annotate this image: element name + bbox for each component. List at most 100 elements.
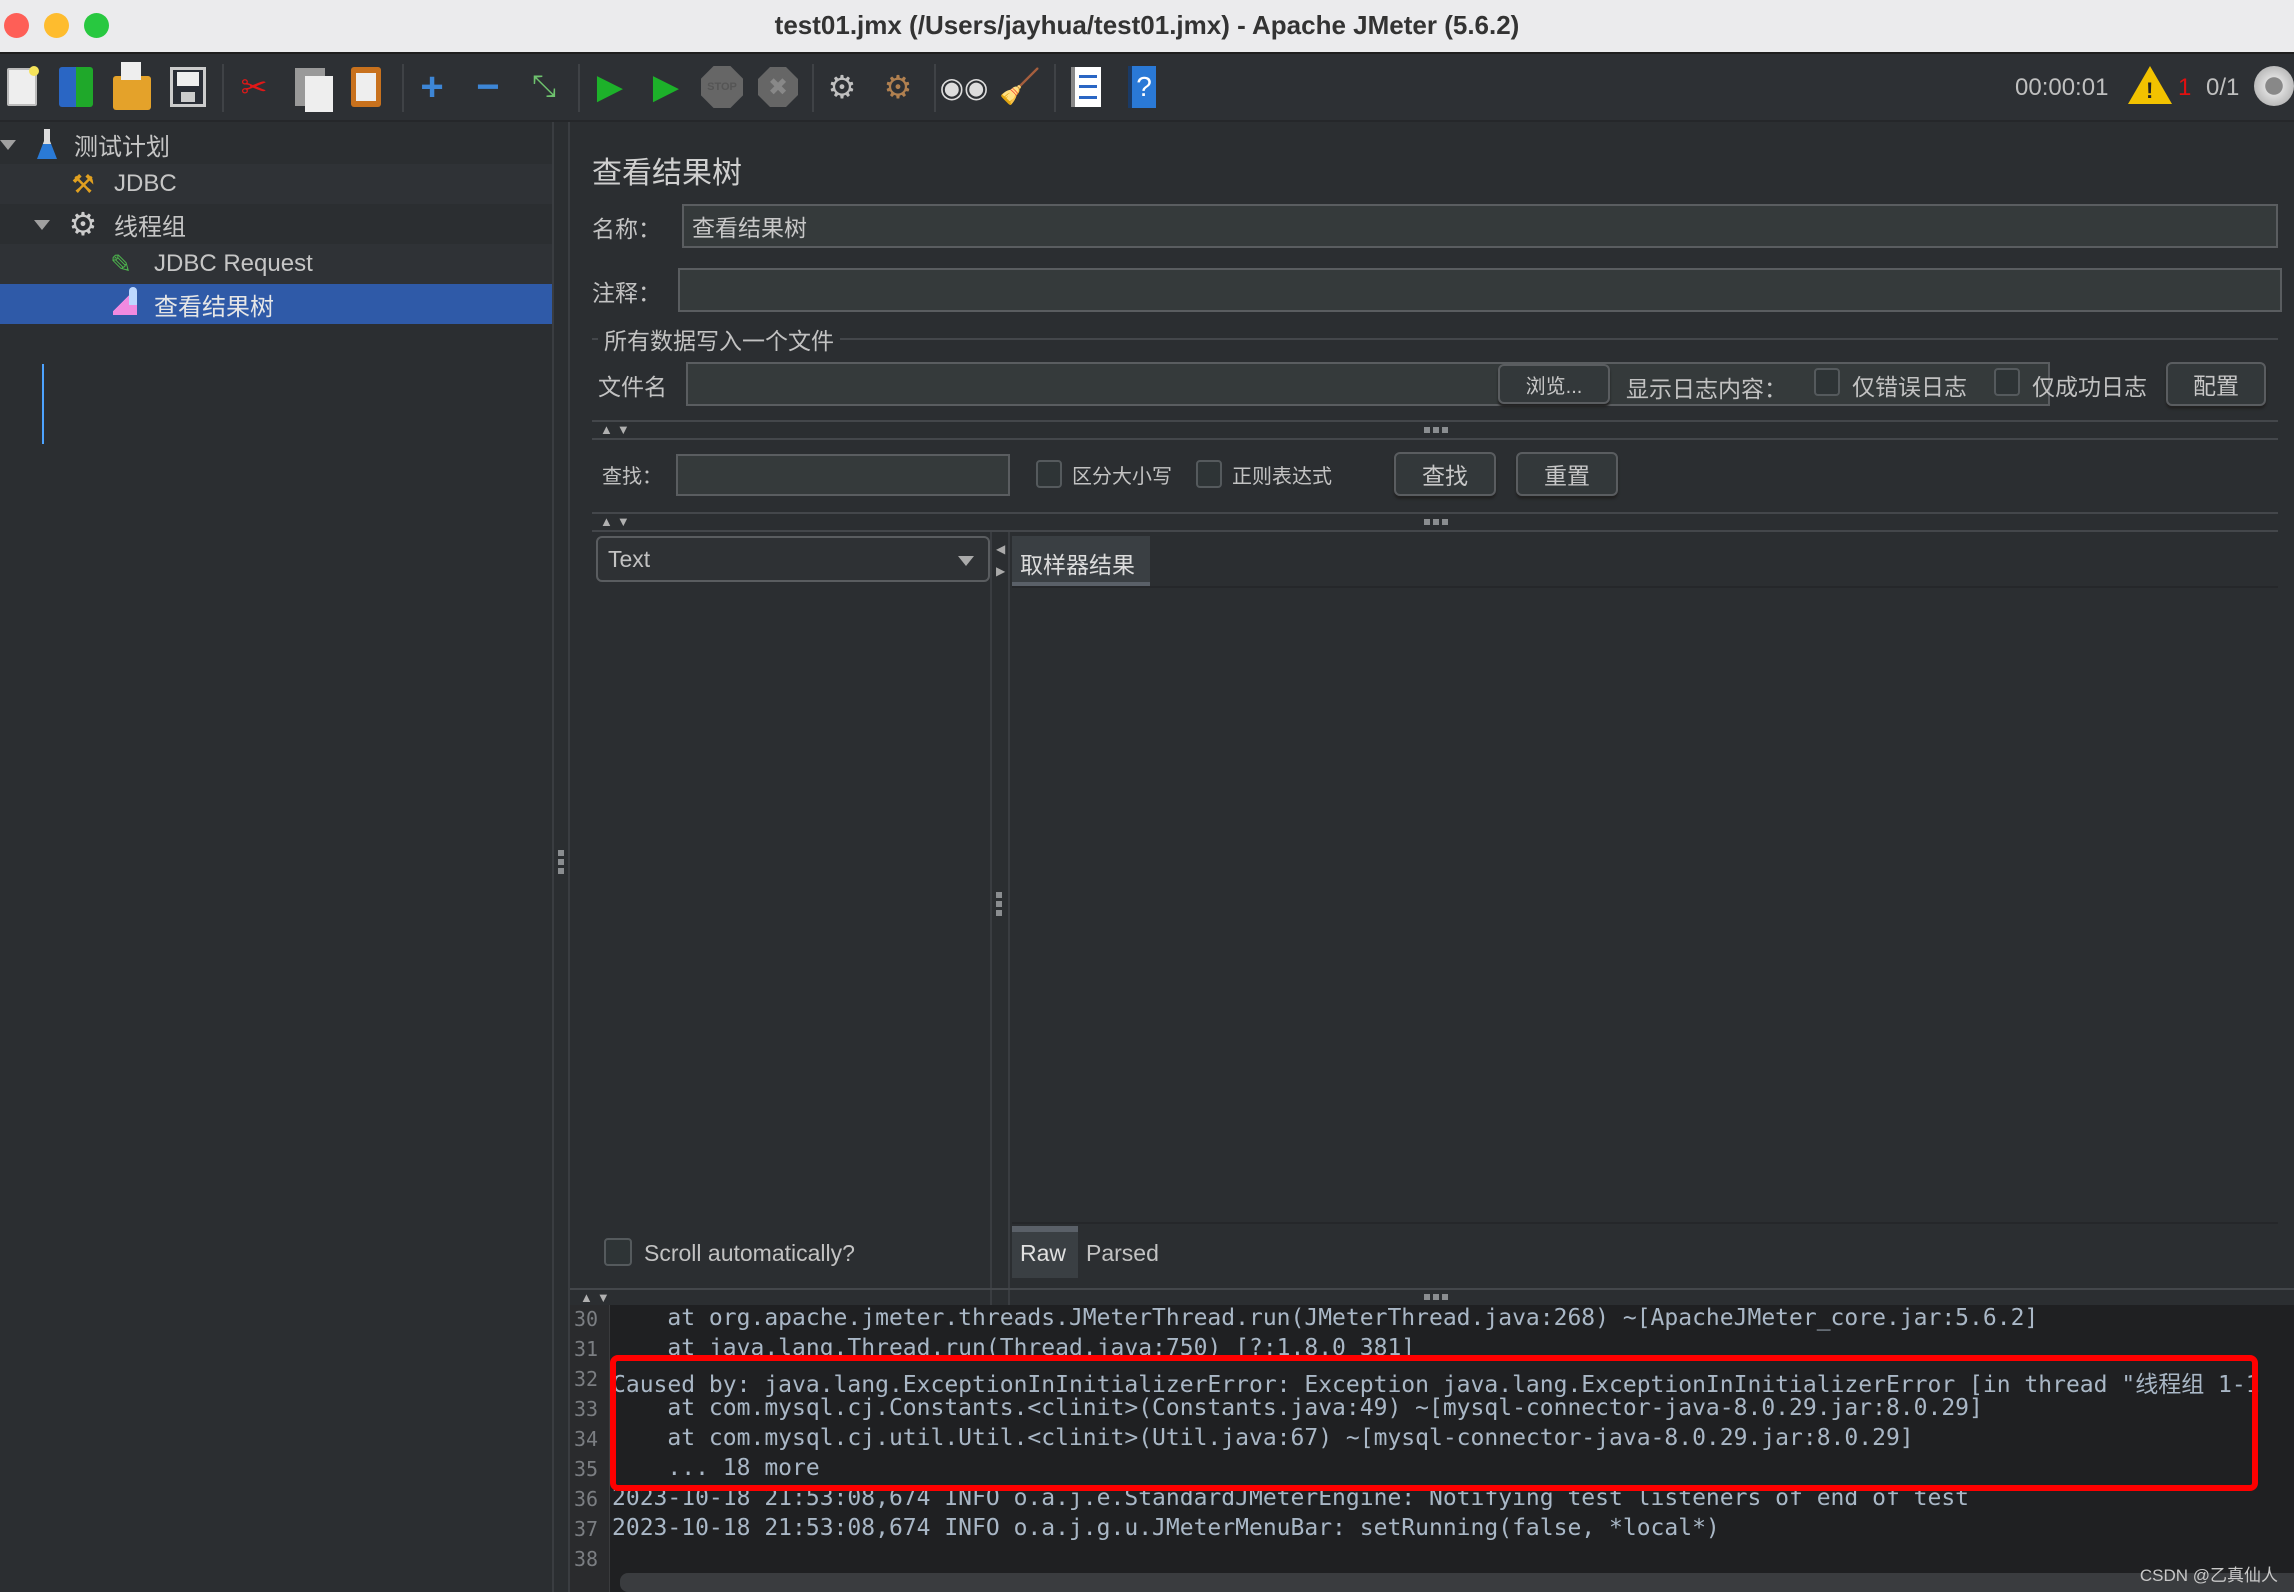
splitter-arrows-icon[interactable]: ▲▼ [600,422,634,437]
window-title-bar: test01.jmx (/Users/jayhua/test01.jmx) - … [0,0,2294,54]
search-label: 查找： [602,466,662,488]
clear-all-icon[interactable]: ⚙ [876,64,920,110]
expand-arrow-icon[interactable] [0,140,16,150]
tree-item-label: JDBC Request [154,250,313,277]
case-sensitive-checkbox[interactable] [1036,460,1062,488]
line-number: 32 [574,1367,599,1391]
expand-icon[interactable]: + [410,64,454,110]
success-only-label: 仅成功日志 [2032,374,2147,400]
stop-icon[interactable]: STOP [700,64,744,110]
configure-button[interactable]: 配置 [2166,362,2266,406]
clear-icon[interactable]: ⚙ [820,64,864,110]
log-viewer[interactable]: 30 at org.apache.jmeter.threads.JMeterTh… [570,1305,2294,1592]
sampler-pipette-icon: ✎ [110,248,132,279]
filename-input[interactable] [686,362,2050,406]
splitter-arrows-icon[interactable]: ▲▼ [600,514,634,529]
splitter-grip[interactable] [1424,427,1448,433]
listener-graph-icon [108,287,142,321]
copy-icon[interactable] [288,64,333,112]
file-section-title: 所有数据写入一个文件 [598,322,840,356]
name-label: 名称： [592,216,661,242]
filename-label: 文件名 [598,374,667,400]
open-icon[interactable] [110,62,154,110]
shutdown-icon[interactable]: ✖ [756,64,800,110]
remote-status-icon[interactable] [2254,66,2294,106]
line-number: 31 [574,1337,599,1361]
search-icon[interactable]: ◉◉ [940,64,989,110]
case-sensitive-label: 区分大小写 [1072,466,1172,488]
line-number: 35 [574,1457,599,1481]
comment-input[interactable] [678,268,2282,312]
chevron-down-icon [958,556,974,566]
templates-icon[interactable] [54,64,98,110]
log-display-label: 显示日志内容： [1626,376,1787,402]
line-number: 37 [574,1517,599,1541]
tree-item-label: 线程组 [114,213,186,241]
toggle-icon[interactable]: ⤡ [522,64,566,110]
errors-only-label: 仅错误日志 [1852,374,1967,400]
tree-splitter[interactable] [552,122,570,1592]
tree-item-jdbc-request[interactable]: ✎ JDBC Request [0,244,552,284]
renderer-select-value: Text [608,546,651,572]
find-button[interactable]: 查找 [1394,452,1496,496]
splitter-arrows-icon[interactable]: ▲▼ [580,1290,614,1305]
name-input[interactable]: 查看结果树 [682,204,2278,248]
function-helper-icon[interactable] [1064,64,1108,110]
help-icon[interactable]: ? [1120,64,1164,110]
paste-icon[interactable] [344,64,388,110]
search-input[interactable] [676,454,1010,496]
tree-item-view-results-tree[interactable]: 查看结果树 [0,284,552,324]
tree-item-label: 查看结果树 [154,293,274,321]
comment-label: 注释： [592,280,661,306]
start-no-pauses-icon[interactable]: ▶ [644,64,688,110]
toolbar: ✂ + − ⤡ ▶ ▶ STOP ✖ ⚙ ⚙ ◉◉ 🧹 ? 00:00:01 !… [0,54,2294,122]
start-icon[interactable]: ▶ [588,64,632,110]
file-section-border [592,338,2278,340]
line-number: 33 [574,1397,599,1421]
browse-button[interactable]: 浏览... [1498,364,1610,404]
expand-arrow-icon[interactable] [34,220,50,230]
tab-sampler-result[interactable]: 取样器结果 [1012,536,1150,586]
horizontal-scrollbar[interactable] [620,1573,2294,1592]
line-number: 36 [574,1487,599,1511]
tab-raw[interactable]: Raw [1012,1226,1078,1278]
line-number: 38 [574,1547,599,1571]
new-icon[interactable] [0,64,44,110]
tree-item-label: JDBC [114,170,177,197]
warning-count[interactable]: 1 [2178,74,2191,102]
renderer-select[interactable]: Text [596,536,990,582]
scroll-automatically-label: Scroll automatically? [644,1240,855,1266]
sampler-result-content[interactable] [1012,588,2278,1348]
line-number: 30 [574,1307,599,1331]
splitter-grip[interactable] [1424,1294,1448,1300]
tree-item-jdbc[interactable]: ⚒ JDBC [0,164,552,204]
log-line: 2023-10-18 21:53:08,674 INFO o.a.j.g.u.J… [612,1515,1720,1541]
reset-button[interactable]: 重置 [1516,452,1618,496]
success-only-checkbox[interactable] [1994,368,2020,396]
scroll-automatically-checkbox[interactable] [604,1238,632,1266]
splitter-grip[interactable] [1424,519,1448,525]
error-highlight-box [610,1355,2258,1491]
collapse-icon[interactable]: − [466,64,510,110]
collapse-arrows-icon[interactable]: ◀ ▶ [996,538,1005,582]
gear-icon: ⚙ [68,206,98,242]
reset-search-icon[interactable]: 🧹 [998,64,1042,110]
active-threads-count: 0/1 [2206,74,2240,101]
results-splitter[interactable] [996,892,1002,916]
regex-label: 正则表达式 [1232,466,1332,488]
tree-guide-line [42,364,44,444]
test-plan-tree: 测试计划 ⚒ JDBC ⚙ 线程组 ✎ JDBC Request 查看结果树 [0,122,552,1592]
line-number: 34 [574,1427,599,1451]
tree-item-thread-group[interactable]: ⚙ 线程组 [0,204,552,244]
window-title: test01.jmx (/Users/jayhua/test01.jmx) - … [774,10,1520,40]
regex-checkbox[interactable] [1196,460,1222,488]
config-tools-icon: ⚒ [71,168,95,199]
save-icon[interactable] [166,64,210,110]
panel-title: 查看结果树 [592,157,742,190]
errors-only-checkbox[interactable] [1814,368,1840,396]
tab-parsed[interactable]: Parsed [1084,1226,1174,1278]
cut-icon[interactable]: ✂ [232,64,276,110]
tree-item-test-plan[interactable]: 测试计划 [0,124,552,164]
sample-result-list[interactable] [596,587,990,1327]
elapsed-time: 00:00:01 [2015,74,2109,101]
